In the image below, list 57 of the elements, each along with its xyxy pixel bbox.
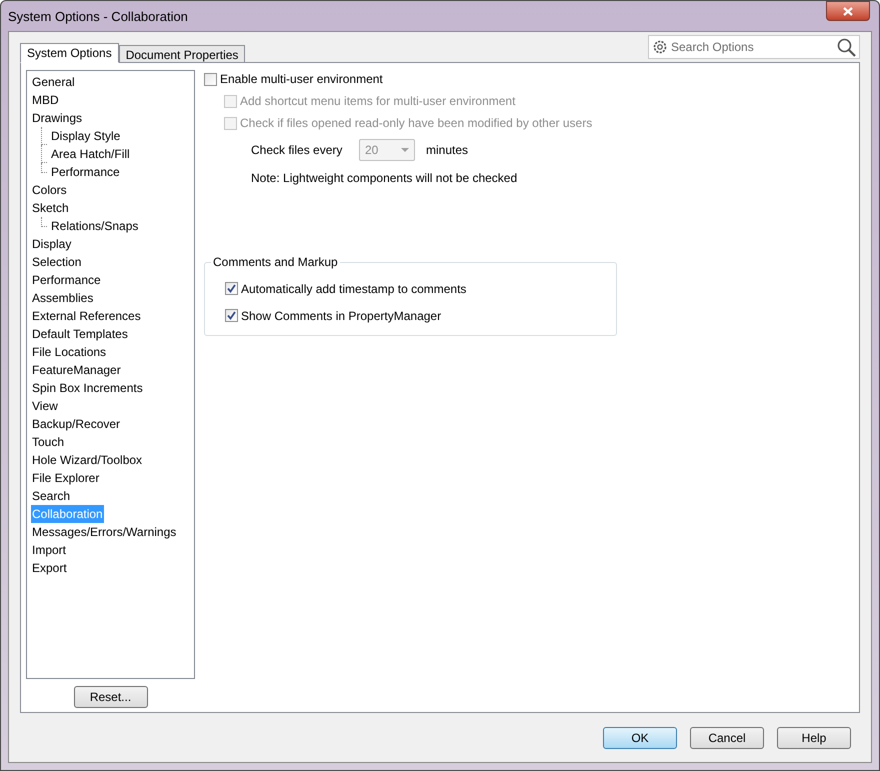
checkbox-label: Enable multi-user environment	[220, 71, 383, 88]
tree-item[interactable]: Selection	[31, 253, 82, 271]
tree-item[interactable]: Relations/Snaps	[50, 217, 140, 235]
unit-label: minutes	[426, 142, 468, 159]
tree-item[interactable]: Hole Wizard/Toolbox	[31, 451, 144, 469]
close-button[interactable]	[826, 1, 870, 21]
tree-item[interactable]: External References	[31, 307, 142, 325]
tree-item[interactable]: General	[31, 73, 76, 91]
tree-line	[41, 217, 47, 227]
checkbox[interactable]	[204, 72, 217, 86]
window-title: System Options - Collaboration	[8, 8, 188, 26]
reset-button[interactable]: Reset...	[74, 686, 148, 708]
check-icon	[227, 311, 236, 320]
checkbox-label: Add shortcut menu items for multi-user environment	[240, 93, 516, 110]
tree-item[interactable]: Performance	[31, 271, 102, 289]
tree-item[interactable]: Backup/Recover	[31, 415, 122, 433]
tree-item[interactable]: Display Style	[50, 127, 122, 145]
dialog-button[interactable]: OK	[603, 726, 677, 748]
gear-icon	[652, 39, 668, 55]
tree-item[interactable]: Search	[31, 487, 72, 505]
tree-item[interactable]: Export	[31, 559, 68, 577]
tree-item[interactable]: Touch	[31, 433, 66, 451]
search-field[interactable]: Search Options	[648, 35, 860, 59]
dropdown-value: 20	[365, 142, 378, 159]
note-text: Note: Lightweight components will not be checked	[251, 170, 518, 187]
tree-item[interactable]: Drawings	[31, 109, 84, 127]
group-title: Comments and Markup	[211, 255, 340, 269]
checkbox-label: Automatically add timestamp to comments	[241, 280, 466, 298]
tree-item[interactable]: Performance	[50, 163, 121, 181]
tree-item[interactable]: Default Templates	[31, 325, 129, 343]
tree-item[interactable]: Messages/Errors/Warnings	[31, 523, 178, 541]
tree-item[interactable]: Spin Box Increments	[31, 379, 144, 397]
tree-item[interactable]: View	[31, 397, 59, 415]
dialog-button[interactable]: Cancel	[690, 726, 764, 748]
tree-item[interactable]: Display	[31, 235, 72, 253]
dialog-button[interactable]: Help	[777, 726, 851, 748]
tab[interactable]: System Options	[20, 43, 119, 63]
tree-item[interactable]: File Explorer	[31, 469, 100, 487]
close-icon	[843, 6, 853, 16]
tree-item[interactable]: File Locations	[31, 343, 108, 361]
check-icon	[227, 284, 236, 293]
caret-icon	[401, 148, 409, 152]
tree-item[interactable]: Sketch	[31, 199, 70, 217]
tree-item[interactable]: Assemblies	[31, 289, 94, 307]
checkbox-label: Show Comments in PropertyManager	[241, 308, 442, 324]
checkbox[interactable]	[225, 309, 238, 322]
checkbox-label: Check if files opened read-only have been modified by other users	[240, 115, 592, 132]
checkbox[interactable]	[225, 282, 238, 295]
tree-item[interactable]: Colors	[31, 181, 68, 199]
tab[interactable]: Document Properties	[118, 45, 246, 62]
tree-item[interactable]: Area Hatch/Fill	[50, 145, 131, 163]
tree-item[interactable]: MBD	[31, 91, 60, 109]
tree-item[interactable]: Import	[31, 541, 68, 559]
search-input[interactable]: Search Options	[671, 38, 834, 56]
tree-item[interactable]: FeatureManager	[31, 361, 122, 379]
interval-label: Check files every	[251, 142, 344, 159]
search-icon	[837, 38, 856, 56]
